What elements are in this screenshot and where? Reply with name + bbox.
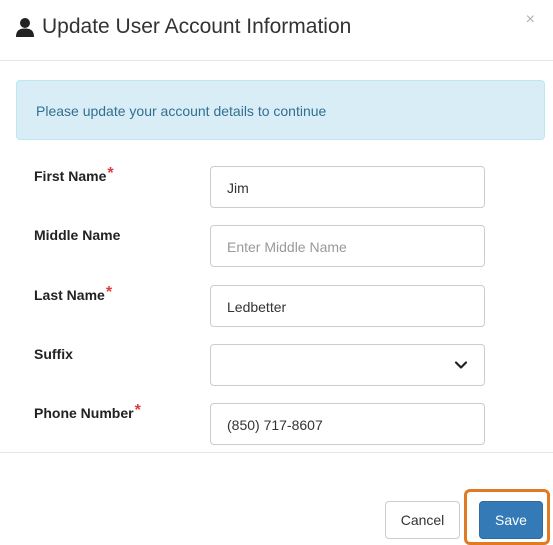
cancel-button[interactable]: Cancel — [385, 501, 460, 539]
info-alert: Please update your account details to co… — [16, 80, 545, 140]
phone-number-value: (850) 717-8607 — [227, 417, 323, 433]
dialog-title-wrap: Update User Account Information — [14, 14, 351, 40]
required-marker: * — [107, 165, 114, 182]
chevron-down-icon — [454, 361, 468, 369]
first-name-input[interactable]: Jim — [210, 166, 485, 208]
last-name-row: Last Name* Ledbetter — [0, 284, 553, 329]
last-name-value: Ledbetter — [227, 299, 287, 315]
phone-number-input[interactable]: (850) 717-8607 — [210, 403, 485, 445]
middle-name-placeholder: Enter Middle Name — [227, 239, 347, 255]
update-account-dialog: Update User Account Information × Please… — [0, 0, 553, 545]
dialog-title: Update User Account Information — [42, 15, 352, 38]
required-marker: * — [134, 402, 141, 419]
suffix-row: Suffix — [0, 344, 553, 388]
last-name-input[interactable]: Ledbetter — [210, 285, 485, 327]
last-name-label: Last Name* — [34, 284, 113, 305]
suffix-label: Suffix — [34, 346, 73, 362]
first-name-label: First Name* — [34, 165, 114, 186]
first-name-value: Jim — [227, 180, 249, 196]
last-name-label-text: Last Name — [34, 287, 105, 303]
first-name-row: First Name* Jim — [0, 165, 553, 210]
dialog-footer: Cancel Save — [0, 452, 553, 545]
phone-number-row: Phone Number* (850) 717-8607 — [0, 402, 553, 447]
dialog-header: Update User Account Information × — [0, 0, 553, 61]
required-marker: * — [105, 284, 113, 301]
middle-name-input[interactable]: Enter Middle Name — [210, 225, 485, 267]
close-button[interactable]: × — [526, 12, 535, 28]
phone-number-label: Phone Number* — [34, 402, 141, 423]
save-button[interactable]: Save — [479, 501, 543, 539]
first-name-label-text: First Name — [34, 168, 107, 184]
phone-number-label-text: Phone Number — [34, 405, 134, 421]
alert-message: Please update your account details to co… — [36, 103, 327, 119]
middle-name-label: Middle Name — [34, 227, 121, 243]
middle-name-row: Middle Name Enter Middle Name — [0, 225, 553, 269]
user-icon — [16, 18, 34, 37]
suffix-select[interactable] — [210, 344, 485, 386]
